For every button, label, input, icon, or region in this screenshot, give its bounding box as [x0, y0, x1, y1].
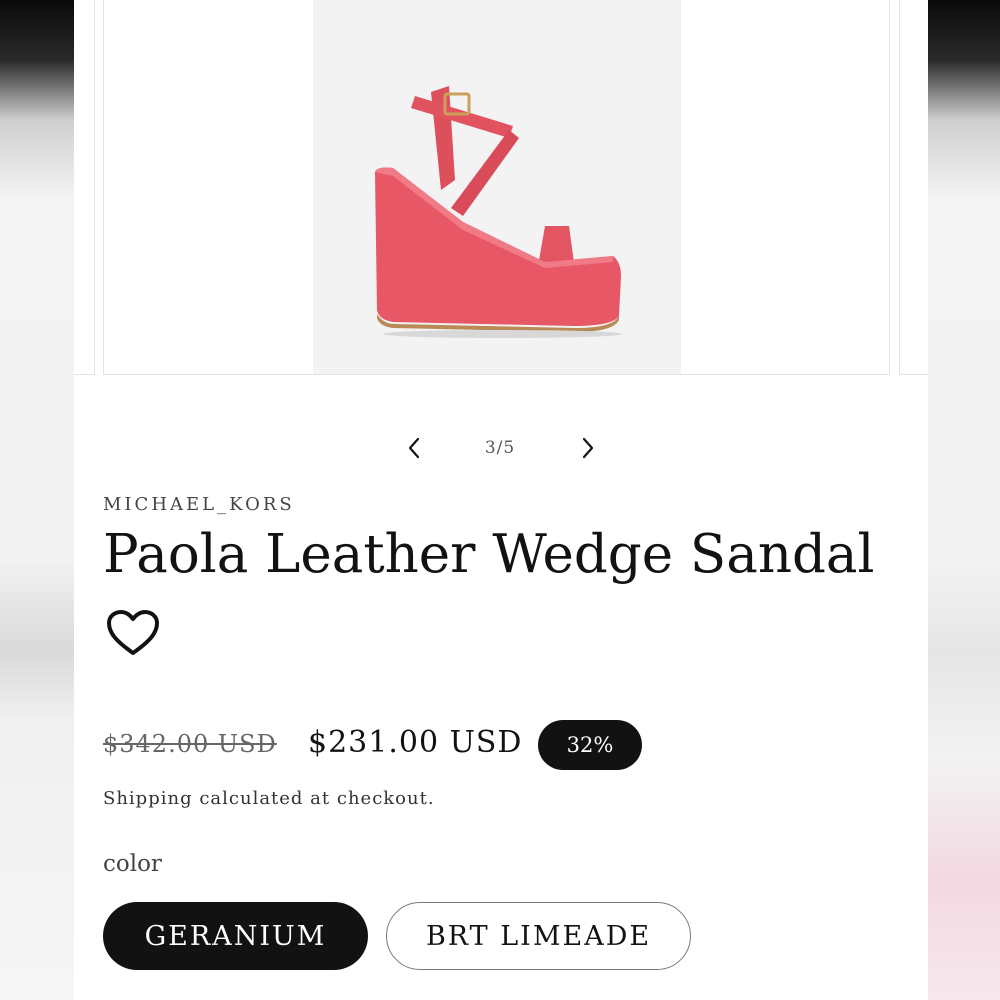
gallery-slide-current[interactable]: [103, 0, 890, 375]
slide-counter: 3/5: [484, 438, 516, 458]
chevron-right-icon: [582, 437, 594, 459]
color-option-geranium[interactable]: GERANIUM: [103, 902, 368, 970]
shadow: [383, 330, 623, 338]
discount-badge: 32%: [538, 720, 642, 770]
heart-outline-icon: [107, 610, 159, 655]
gallery-slide-next[interactable]: [899, 0, 928, 375]
product-gallery: [74, 0, 928, 376]
product-image[interactable]: [313, 0, 681, 374]
previous-slide-button[interactable]: [394, 428, 434, 468]
sale-price: $231.00 USD: [308, 725, 523, 760]
wishlist-button[interactable]: [106, 609, 160, 659]
blurred-background-right: [928, 0, 1000, 1000]
gallery-slide-previous[interactable]: [74, 0, 95, 375]
ankle-strap: [411, 96, 513, 138]
product-vendor: MICHAEL_KORS: [103, 494, 295, 515]
wedge-sole: [375, 167, 621, 326]
compare-at-price: $342.00 USD: [103, 730, 277, 758]
product-title: Paola Leather Wedge Sandal: [103, 524, 875, 585]
heel-strap: [431, 86, 455, 190]
slider-controls: 3/5: [74, 428, 928, 468]
blurred-background-left: [0, 0, 74, 1000]
price-row: $342.00 USD $231.00 USD 32%: [103, 720, 903, 772]
cross-strap: [451, 130, 519, 216]
sandal-illustration: [375, 86, 623, 338]
product-page: 3/5 MICHAEL_KORS Paola Leather Wedge San…: [74, 0, 928, 1000]
color-option-brt-limeade[interactable]: BRT LIMEADE: [386, 902, 691, 970]
next-slide-button[interactable]: [568, 428, 608, 468]
shipping-note: Shipping calculated at checkout.: [103, 788, 435, 809]
chevron-left-icon: [408, 437, 420, 459]
color-option-label: color: [103, 851, 162, 877]
